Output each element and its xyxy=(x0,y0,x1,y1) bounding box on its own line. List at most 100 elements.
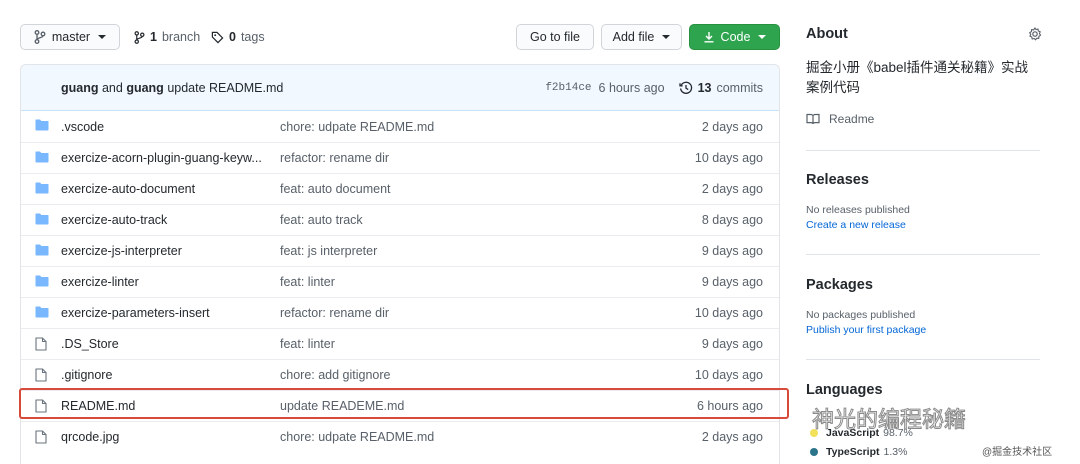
file-commit-message[interactable]: feat: js interpreter xyxy=(280,244,640,258)
download-icon xyxy=(704,32,714,43)
branch-icon xyxy=(34,30,46,44)
releases-title[interactable]: Releases xyxy=(806,172,869,188)
chevron-down-icon xyxy=(758,35,767,39)
latest-commit-bar: guang and guang update README.md f2b14ce… xyxy=(21,65,779,111)
file-row[interactable]: exercize-auto-document feat: auto documen… xyxy=(21,173,779,204)
file-row[interactable]: exercize-acorn-plugin-guang-keyw... refac… xyxy=(21,142,779,173)
tag-icon xyxy=(211,31,224,43)
about-description: 掘金小册《babel插件通关秘籍》实战 案例代码 xyxy=(806,58,1028,98)
file-commit-message[interactable]: chore: udpate README.md xyxy=(280,430,640,444)
folder-icon xyxy=(35,119,49,133)
file-commit-time: 2 days ago xyxy=(701,119,763,134)
readme-link[interactable]: Readme xyxy=(806,112,874,126)
commit-coauthor[interactable]: guang xyxy=(126,81,164,95)
divider xyxy=(806,254,1040,255)
chevron-down-icon xyxy=(662,35,671,39)
branch-icon xyxy=(134,30,145,44)
commits-label: commits xyxy=(716,80,763,95)
file-commit-message[interactable]: feat: linter xyxy=(280,337,640,351)
tags-link[interactable]: 0 tags xyxy=(211,24,265,50)
branch-name: master xyxy=(51,30,91,44)
file-row[interactable]: exercize-auto-track feat: auto track 8 day… xyxy=(21,204,779,235)
gear-icon[interactable] xyxy=(1028,27,1042,41)
divider xyxy=(806,359,1040,360)
file-commit-time: 10 days ago xyxy=(694,306,763,320)
file-icon xyxy=(35,430,49,444)
file-commit-message[interactable]: feat: linter xyxy=(280,275,640,289)
commit-author[interactable]: guang xyxy=(61,81,99,95)
folder-icon xyxy=(35,275,49,289)
file-name[interactable]: exercize-auto-track xyxy=(61,213,269,227)
readme-label: Readme xyxy=(829,112,875,126)
file-icon xyxy=(35,337,49,351)
tags-count: 0 xyxy=(229,30,236,44)
folder-icon xyxy=(35,306,49,320)
file-commit-message[interactable]: feat: auto track xyxy=(280,213,640,227)
file-name[interactable]: qrcode.jpg xyxy=(61,430,269,444)
file-name[interactable]: exercize-acorn-plugin-guang-keyw... xyxy=(61,151,269,165)
about-sidebar: About 掘金小册《babel插件通关秘籍》实战 案例代码 Readme Re… xyxy=(806,0,1046,464)
file-commit-message[interactable]: refactor: rename dir xyxy=(280,151,640,165)
file-row[interactable]: exercize-js-interpreter feat: js interpre… xyxy=(21,235,779,266)
folder-icon xyxy=(35,182,49,196)
file-commit-time: 9 days ago xyxy=(701,244,763,258)
file-icon xyxy=(35,368,49,382)
file-commit-time: 2 days ago xyxy=(701,430,763,444)
file-commit-time: 2 days ago xyxy=(701,182,763,196)
file-row[interactable]: exercize-linter feat: linter 9 days ago xyxy=(21,266,779,297)
chevron-down-icon xyxy=(98,35,107,39)
book-icon xyxy=(806,113,820,125)
divider xyxy=(806,150,1040,151)
branches-link[interactable]: 1 branch xyxy=(134,24,200,50)
publish-package-link[interactable]: Publish your first package xyxy=(806,324,926,336)
commits-link[interactable]: 13 commits xyxy=(678,80,763,95)
file-name[interactable]: .vscode xyxy=(61,120,269,134)
language-color-dot xyxy=(810,448,818,456)
about-description-line1: 掘金小册《babel插件通关秘籍》实战 xyxy=(806,60,1029,75)
file-name[interactable]: exercize-auto-document xyxy=(61,182,269,196)
file-commit-time: 9 days ago xyxy=(701,337,763,351)
add-file-button[interactable]: Add file xyxy=(601,24,682,50)
commit-sha[interactable]: f2b14ce xyxy=(545,82,591,94)
file-name[interactable]: exercize-linter xyxy=(61,275,269,289)
commit-message[interactable]: update README.md xyxy=(164,81,283,95)
file-commit-message[interactable]: chore: udpate README.md xyxy=(280,120,640,134)
languages-title: Languages xyxy=(806,382,883,398)
file-name[interactable]: .DS_Store xyxy=(61,337,269,351)
tags-label: tags xyxy=(240,30,265,44)
releases-empty: No releases published xyxy=(806,204,910,216)
file-commit-message[interactable]: refactor: rename dir xyxy=(280,306,640,320)
file-row[interactable]: exercize-parameters-insert refactor: rena… xyxy=(21,297,779,328)
packages-empty: No packages published xyxy=(806,309,916,321)
file-row[interactable]: .gitignore chore: add gitignore 10 days ag… xyxy=(21,359,779,390)
packages-title[interactable]: Packages xyxy=(806,277,873,293)
file-commit-time: 9 days ago xyxy=(701,275,763,289)
file-name[interactable]: exercize-js-interpreter xyxy=(61,244,269,258)
create-release-link[interactable]: Create a new release xyxy=(806,219,906,231)
file-commit-message[interactable]: feat: auto document xyxy=(280,182,640,196)
file-name[interactable]: .gitignore xyxy=(61,368,269,382)
branch-select[interactable]: master xyxy=(20,24,120,50)
code-button[interactable]: Code xyxy=(689,24,780,50)
file-row[interactable]: .vscode chore: udpate README.md 2 days ago xyxy=(21,111,779,142)
watermark: 神光的编程秘籍 xyxy=(811,408,967,434)
code-label: Code xyxy=(720,30,751,44)
about-description-line2: 案例代码 xyxy=(806,80,860,95)
file-row[interactable]: .DS_Store feat: linter 9 days ago xyxy=(21,328,779,359)
commit-and: and xyxy=(99,81,127,95)
file-row[interactable]: qrcode.jpg chore: udpate README.md 2 days … xyxy=(21,421,779,452)
language-name: TypeScript xyxy=(826,446,880,458)
go-to-file-button[interactable]: Go to file xyxy=(516,24,594,50)
file-commit-message[interactable]: chore: add gitignore xyxy=(280,368,640,382)
language-percent: 1.3% xyxy=(883,446,908,458)
commit-and-text: and xyxy=(101,80,123,95)
file-commit-time: 10 days ago xyxy=(694,151,763,165)
file-name[interactable]: exercize-parameters-insert xyxy=(61,306,269,320)
file-commit-time: 8 days ago xyxy=(701,213,763,227)
branches-label: branch xyxy=(161,30,201,44)
watermark-source: @掘金技术社区 xyxy=(982,447,1053,458)
readme-highlight-box xyxy=(19,388,789,419)
language-item[interactable]: TypeScript 1.3% xyxy=(810,446,907,458)
folder-icon xyxy=(35,213,49,227)
about-title: About xyxy=(806,26,848,42)
